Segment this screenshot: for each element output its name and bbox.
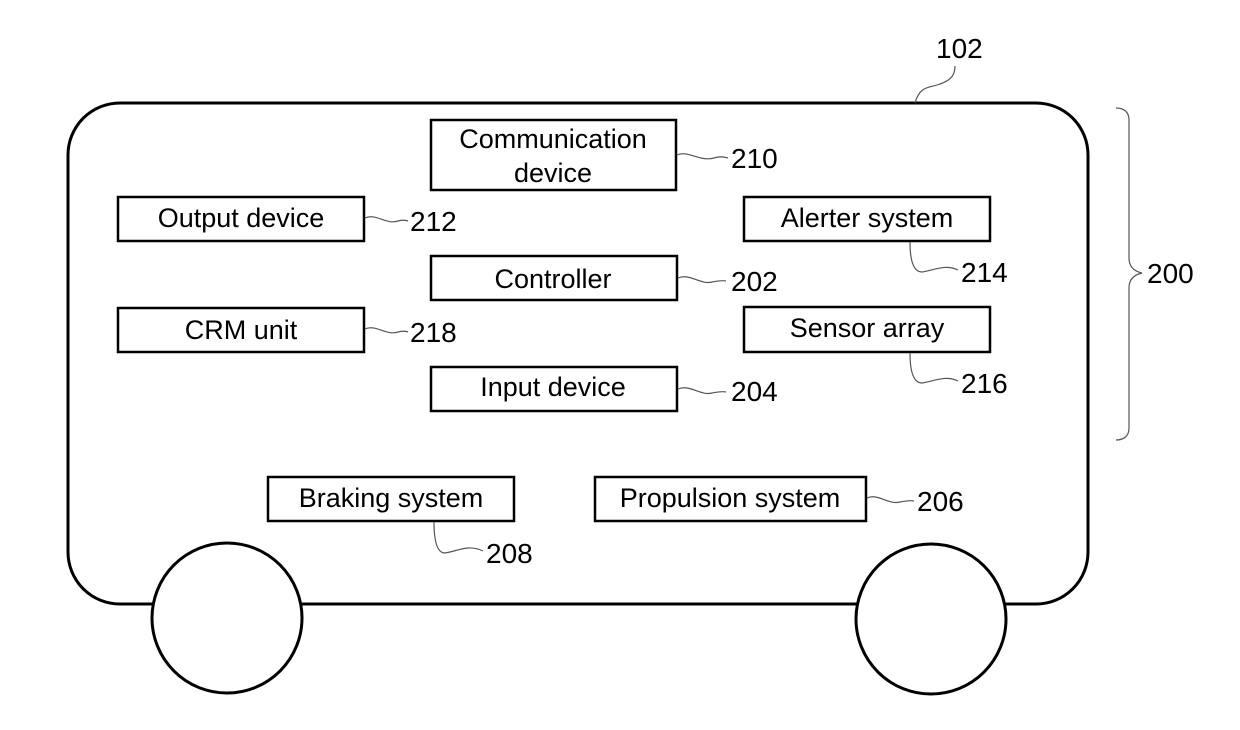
communication-device-label-line2: device — [514, 158, 592, 188]
ref-218: 218 — [410, 317, 457, 348]
leader-102 — [914, 65, 956, 104]
output-device-label: Output device — [158, 203, 325, 233]
component-propulsion-system: Propulsion system 206 — [593, 475, 964, 523]
ref-212: 212 — [410, 206, 457, 237]
component-output-device: Output device 212 — [116, 195, 457, 243]
ref-216: 216 — [961, 368, 1008, 399]
input-device-label: Input device — [480, 372, 626, 402]
component-braking-system: Braking system 208 — [266, 475, 533, 569]
component-input-device: Input device 204 — [429, 365, 778, 413]
component-alerter-system: Alerter system 214 — [742, 195, 1008, 288]
sensor-array-label: Sensor array — [790, 313, 945, 343]
vehicle-block-diagram: 102 200 Communication device 210 Output … — [66, 33, 1194, 696]
ref-102: 102 — [936, 33, 983, 64]
propulsion-system-label: Propulsion system — [620, 483, 841, 513]
communication-device-label-line1: Communication — [459, 124, 647, 154]
brace-200 — [1115, 107, 1143, 441]
wheel-rear — [854, 542, 1008, 696]
ref-204: 204 — [731, 376, 778, 407]
ref-214: 214 — [961, 257, 1008, 288]
braking-system-label: Braking system — [299, 483, 484, 513]
ref-206: 206 — [917, 486, 964, 517]
component-controller: Controller 202 — [429, 254, 778, 302]
wheel-front — [150, 541, 304, 695]
controller-label: Controller — [494, 264, 611, 294]
leader-208 — [433, 521, 484, 554]
ref-202: 202 — [731, 266, 778, 297]
leader-202 — [677, 276, 727, 284]
ref-210: 210 — [731, 143, 778, 174]
leader-204 — [677, 387, 727, 395]
crm-unit-label: CRM unit — [185, 315, 298, 345]
ref-200: 200 — [1147, 258, 1194, 289]
leader-214 — [909, 241, 959, 273]
component-communication-device: Communication device 210 — [429, 118, 778, 192]
leader-218 — [364, 327, 409, 334]
component-crm-unit: CRM unit 218 — [116, 306, 457, 354]
alerter-system-label: Alerter system — [781, 203, 954, 233]
leader-206 — [866, 496, 915, 504]
leader-212 — [364, 216, 409, 223]
leader-216 — [909, 352, 959, 384]
ref-208: 208 — [486, 538, 533, 569]
component-sensor-array: Sensor array 216 — [742, 305, 1008, 399]
leader-210 — [676, 153, 729, 160]
